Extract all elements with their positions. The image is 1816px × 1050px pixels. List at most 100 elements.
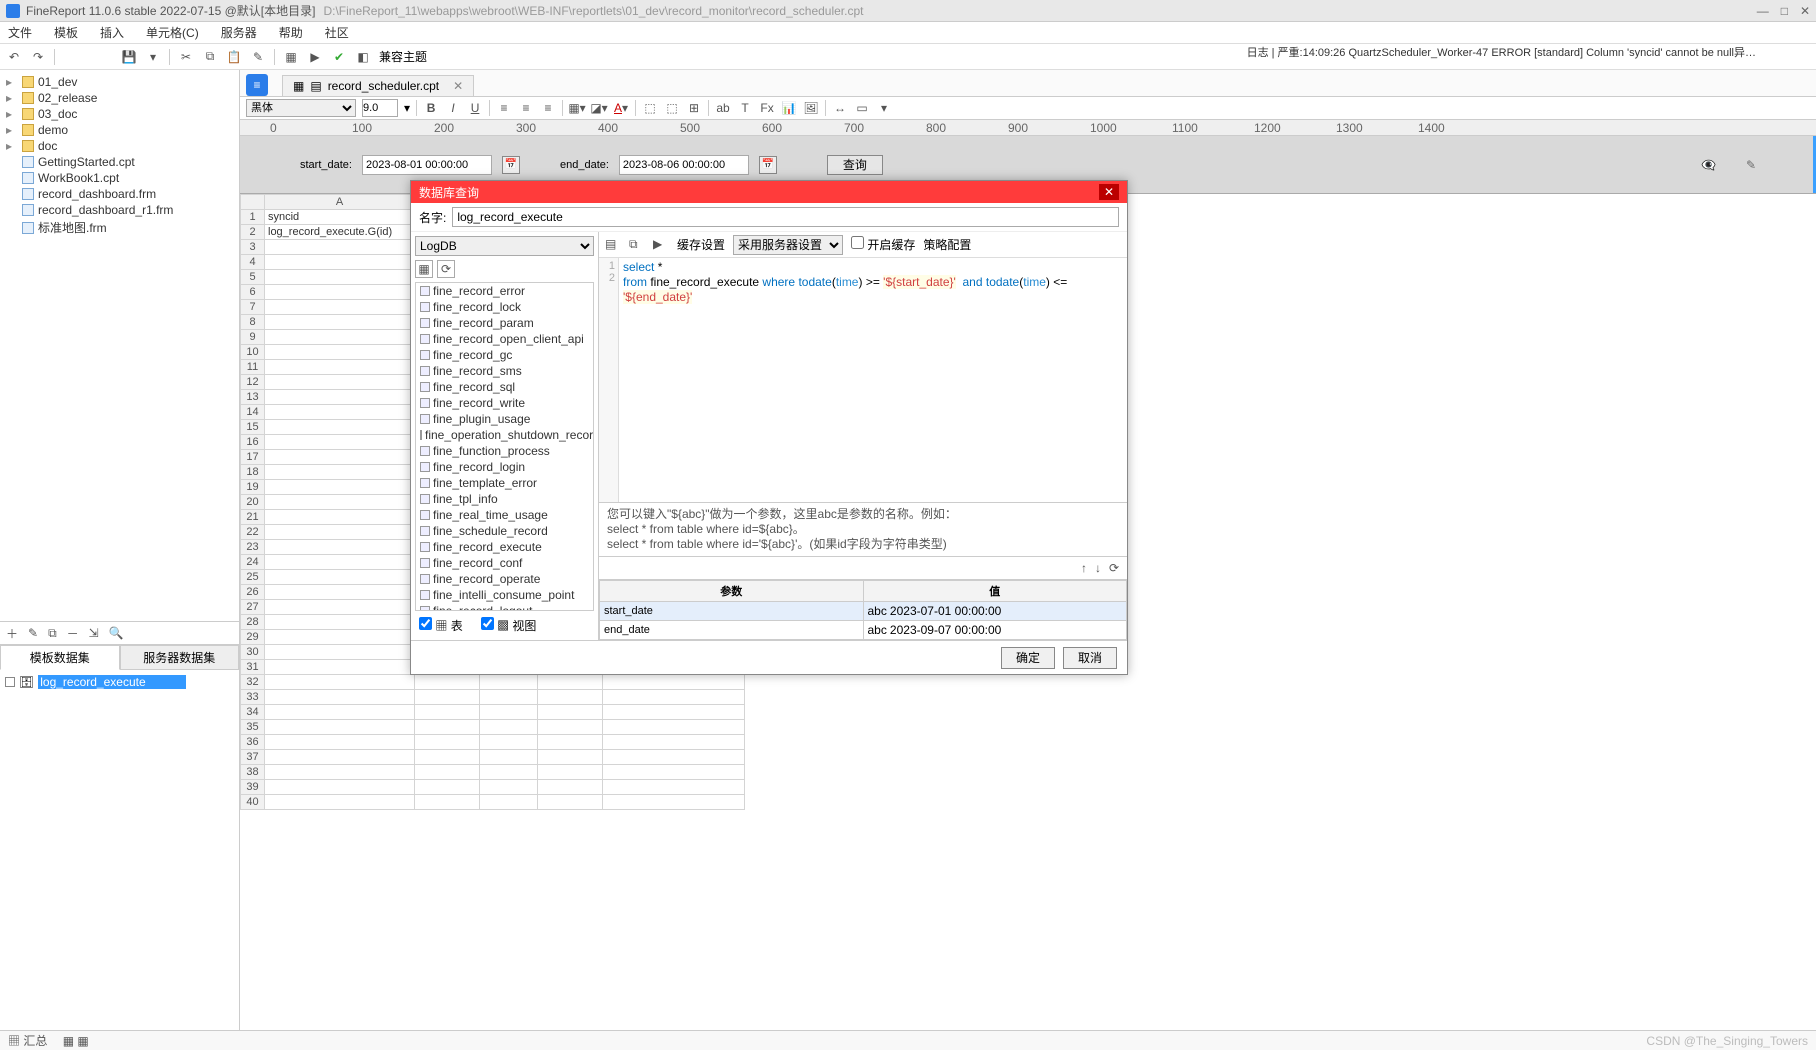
- filter-icon[interactable]: ▦: [415, 260, 433, 278]
- cell[interactable]: [480, 750, 538, 765]
- table-item[interactable]: fine_record_login: [416, 459, 593, 475]
- cell[interactable]: [265, 555, 415, 570]
- query-button[interactable]: 查询: [827, 155, 883, 175]
- cell[interactable]: [265, 690, 415, 705]
- cell[interactable]: [265, 495, 415, 510]
- cell[interactable]: [538, 690, 603, 705]
- cell[interactable]: [480, 705, 538, 720]
- tab-template-ds[interactable]: 模板数据集: [0, 645, 120, 670]
- cancel-button[interactable]: 取消: [1063, 647, 1117, 669]
- search-icon[interactable]: 🔍: [109, 626, 124, 640]
- expand-box-icon[interactable]: [5, 677, 15, 687]
- tree-item[interactable]: ▸01_dev: [2, 74, 237, 90]
- formula-icon[interactable]: Fx: [759, 100, 775, 116]
- save-dropdown-icon[interactable]: ▾: [145, 49, 161, 65]
- tree-item[interactable]: ▸02_release: [2, 90, 237, 106]
- align-right-icon[interactable]: ≡: [540, 100, 556, 116]
- cell[interactable]: [603, 780, 745, 795]
- table-item[interactable]: fine_operation_shutdown_record: [416, 427, 593, 443]
- redo-icon[interactable]: ↷: [30, 49, 46, 65]
- table-item[interactable]: fine_real_time_usage: [416, 507, 593, 523]
- cell[interactable]: [415, 720, 480, 735]
- table-item[interactable]: fine_record_write: [416, 395, 593, 411]
- cell[interactable]: [265, 360, 415, 375]
- preview-sql-icon[interactable]: ▤: [605, 237, 621, 253]
- theme-label[interactable]: 兼容主题: [379, 48, 427, 65]
- file-tree[interactable]: ▸01_dev▸02_release▸03_doc▸demo▸docGettin…: [0, 70, 239, 621]
- font-family-select[interactable]: 黑体: [246, 99, 356, 117]
- ok-button[interactable]: 确定: [1001, 647, 1055, 669]
- cell[interactable]: syncid: [265, 210, 415, 225]
- bold-icon[interactable]: B: [423, 100, 439, 116]
- font-size-input[interactable]: [362, 99, 398, 117]
- cell[interactable]: [603, 720, 745, 735]
- fill-color-icon[interactable]: ◪▾: [591, 100, 607, 116]
- float-icon[interactable]: ↔: [832, 100, 848, 116]
- cell[interactable]: [265, 585, 415, 600]
- dataset-item[interactable]: 🗄 log_record_execute: [3, 673, 236, 691]
- delete-icon[interactable]: －: [67, 625, 79, 642]
- sql-editor[interactable]: 12 select *from fine_record_execute wher…: [599, 258, 1127, 503]
- table-item[interactable]: fine_record_sql: [416, 379, 593, 395]
- border-icon[interactable]: ▦▾: [569, 100, 585, 116]
- table-item[interactable]: fine_intelli_consume_point: [416, 587, 593, 603]
- italic-icon[interactable]: I: [445, 100, 461, 116]
- move-down-icon[interactable]: ↓: [1095, 561, 1101, 575]
- cell[interactable]: [265, 375, 415, 390]
- underline-icon[interactable]: U: [467, 100, 483, 116]
- cut-icon[interactable]: ✂: [178, 49, 194, 65]
- cell[interactable]: [415, 735, 480, 750]
- status-icon-b[interactable]: ▦: [77, 1034, 88, 1048]
- cell[interactable]: [265, 240, 415, 255]
- insert-icon[interactable]: ⊞: [686, 100, 702, 116]
- menu-item[interactable]: 单元格(C): [146, 24, 199, 41]
- menu-item[interactable]: 帮助: [279, 24, 303, 41]
- font-size-dropdown-icon[interactable]: ▾: [404, 101, 410, 115]
- table-item[interactable]: fine_record_operate: [416, 571, 593, 587]
- table-item[interactable]: fine_template_error: [416, 475, 593, 491]
- cell[interactable]: [265, 285, 415, 300]
- cell[interactable]: [265, 255, 415, 270]
- cell[interactable]: [265, 345, 415, 360]
- table-item[interactable]: fine_function_process: [416, 443, 593, 459]
- tree-item[interactable]: record_dashboard.frm: [2, 186, 237, 202]
- param-row[interactable]: start_dateabc 2023-07-01 00:00:00: [600, 602, 1127, 621]
- cell[interactable]: [480, 780, 538, 795]
- cell[interactable]: [603, 690, 745, 705]
- cell[interactable]: [603, 705, 745, 720]
- add-icon[interactable]: ＋: [6, 625, 18, 642]
- cell[interactable]: [265, 630, 415, 645]
- unmerge-icon[interactable]: ⬚: [664, 100, 680, 116]
- cell[interactable]: [265, 675, 415, 690]
- cell[interactable]: [265, 645, 415, 660]
- cell[interactable]: [415, 795, 480, 810]
- cell[interactable]: [538, 675, 603, 690]
- table-item[interactable]: fine_plugin_usage: [416, 411, 593, 427]
- cell[interactable]: [415, 690, 480, 705]
- chk-table[interactable]: ▦ 表: [419, 617, 463, 634]
- cell[interactable]: [265, 780, 415, 795]
- menu-item[interactable]: 社区: [325, 24, 349, 41]
- cell[interactable]: [538, 720, 603, 735]
- cell[interactable]: [415, 750, 480, 765]
- refresh-icon[interactable]: ⟳: [437, 260, 455, 278]
- format-icon[interactable]: T: [737, 100, 753, 116]
- tree-item[interactable]: 标准地图.frm: [2, 218, 237, 237]
- menu-item[interactable]: 服务器: [221, 24, 257, 41]
- cell[interactable]: [538, 795, 603, 810]
- brush-icon[interactable]: ✎: [250, 49, 266, 65]
- strategy-config[interactable]: 策略配置: [923, 236, 971, 253]
- cell[interactable]: [265, 615, 415, 630]
- style-dropdown-icon[interactable]: ▾: [876, 100, 892, 116]
- table-item[interactable]: fine_tpl_info: [416, 491, 593, 507]
- cell[interactable]: [265, 795, 415, 810]
- cell[interactable]: [265, 750, 415, 765]
- cell[interactable]: [603, 795, 745, 810]
- cell[interactable]: [265, 390, 415, 405]
- cell[interactable]: [480, 735, 538, 750]
- cell[interactable]: [538, 750, 603, 765]
- check-icon[interactable]: ✔: [331, 49, 347, 65]
- cell[interactable]: [415, 765, 480, 780]
- cell[interactable]: [265, 570, 415, 585]
- table-item[interactable]: fine_record_conf: [416, 555, 593, 571]
